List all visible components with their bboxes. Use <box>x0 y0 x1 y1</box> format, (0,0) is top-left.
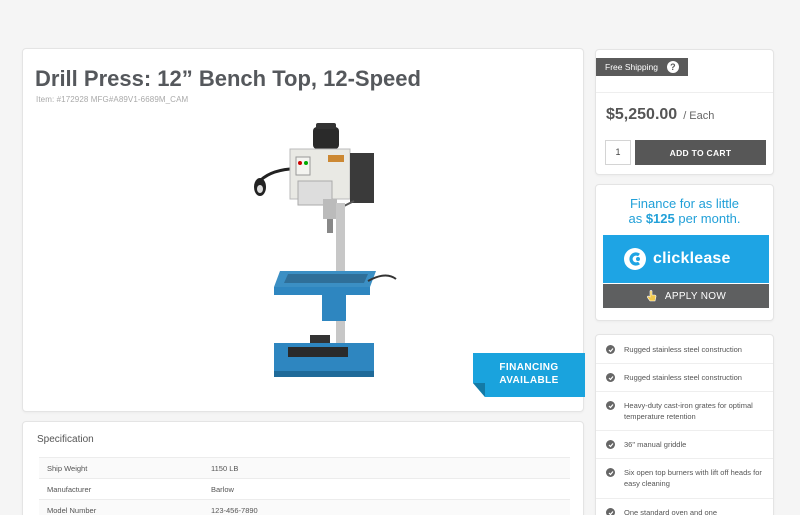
table-row: Model Number 123-456-7890 <box>39 499 570 515</box>
financing-available-banner[interactable]: FINANCING AVAILABLE <box>473 353 585 397</box>
apply-now-label: APPLY NOW <box>664 290 727 302</box>
finance-line-2-prefix: as <box>628 211 643 226</box>
finance-card: Finance for as little as $125 per month.… <box>595 184 774 321</box>
product-card: Drill Press: 12” Bench Top, 12-Speed Ite… <box>22 48 585 412</box>
finance-line-2-suffix: per month. <box>678 211 741 226</box>
free-shipping-label: Free Shipping <box>605 62 658 72</box>
feature-text: Six open top burners with lift off heads… <box>624 468 762 488</box>
divider <box>596 430 773 431</box>
specification-table: Ship Weight 1150 LB Manufacturer Barlow … <box>39 457 570 515</box>
spec-key: Model Number <box>47 505 97 515</box>
clicklease-icon <box>624 248 646 270</box>
divider <box>596 498 773 499</box>
feature-text: One standard oven and one <box>624 508 717 515</box>
list-item: Heavy-duty cast-iron grates for optimal … <box>596 400 773 422</box>
spec-value: 123-456-7890 <box>211 505 258 515</box>
specification-title: Specification <box>37 434 94 445</box>
spec-value: 1150 LB <box>211 463 239 473</box>
specification-card: Specification Ship Weight 1150 LB Manufa… <box>22 421 584 515</box>
list-item: Rugged stainless steel construction <box>596 344 773 355</box>
spec-value: Barlow <box>211 484 234 494</box>
divider <box>596 458 773 459</box>
spec-key: Manufacturer <box>47 484 92 494</box>
check-icon <box>606 440 615 449</box>
free-shipping-badge: Free Shipping ? <box>596 58 688 76</box>
features-card: Rugged stainless steel construction Rugg… <box>595 334 774 515</box>
check-icon <box>606 345 615 354</box>
item-id: Item: #172928 MFG#A89V1-6689M_CAM <box>36 95 189 104</box>
list-item: One standard oven and one <box>596 507 773 515</box>
price-row: $5,250.00 / Each <box>606 106 714 124</box>
feature-text: 36" manual griddle <box>624 440 687 449</box>
finance-text: Finance for as little as $125 per month. <box>596 196 773 226</box>
list-item: Rugged stainless steel construction <box>596 372 773 383</box>
check-icon <box>606 373 615 382</box>
price-card: Free Shipping ? $5,250.00 / Each 1 ADD T… <box>595 49 774 175</box>
divider <box>596 363 773 364</box>
product-title: Drill Press: 12” Bench Top, 12-Speed <box>35 66 421 91</box>
feature-text: Rugged stainless steel construction <box>624 345 742 354</box>
feature-text: Heavy-duty cast-iron grates for optimal … <box>624 401 753 421</box>
finance-line-1: Finance for as little <box>629 196 740 211</box>
check-icon <box>606 468 615 477</box>
feature-text: Rugged stainless steel construction <box>624 373 742 382</box>
product-image[interactable] <box>228 121 403 386</box>
clicklease-brand: clicklease <box>653 250 731 267</box>
help-icon[interactable]: ? <box>666 61 679 73</box>
pointer-hand-icon <box>646 290 657 302</box>
table-row: Manufacturer Barlow <box>39 478 570 499</box>
list-item: 36" manual griddle <box>596 439 773 450</box>
check-icon <box>606 508 615 515</box>
check-icon <box>606 401 615 410</box>
add-to-cart-button[interactable]: ADD TO CART <box>635 140 766 165</box>
spec-key: Ship Weight <box>47 463 88 473</box>
apply-now-button[interactable]: APPLY NOW <box>603 284 769 308</box>
divider <box>596 391 773 392</box>
clicklease-logo-banner[interactable]: clicklease <box>603 235 769 283</box>
price-unit: / Each <box>683 110 715 122</box>
divider <box>596 92 773 93</box>
quantity-input[interactable]: 1 <box>605 140 631 165</box>
finance-amount: $125 <box>645 211 675 226</box>
price: $5,250.00 <box>606 106 678 123</box>
banner-line-1: FINANCING <box>499 362 559 373</box>
table-row: Ship Weight 1150 LB <box>39 457 570 478</box>
banner-line-2: AVAILABLE <box>499 375 559 386</box>
list-item: Six open top burners with lift off heads… <box>596 467 773 489</box>
